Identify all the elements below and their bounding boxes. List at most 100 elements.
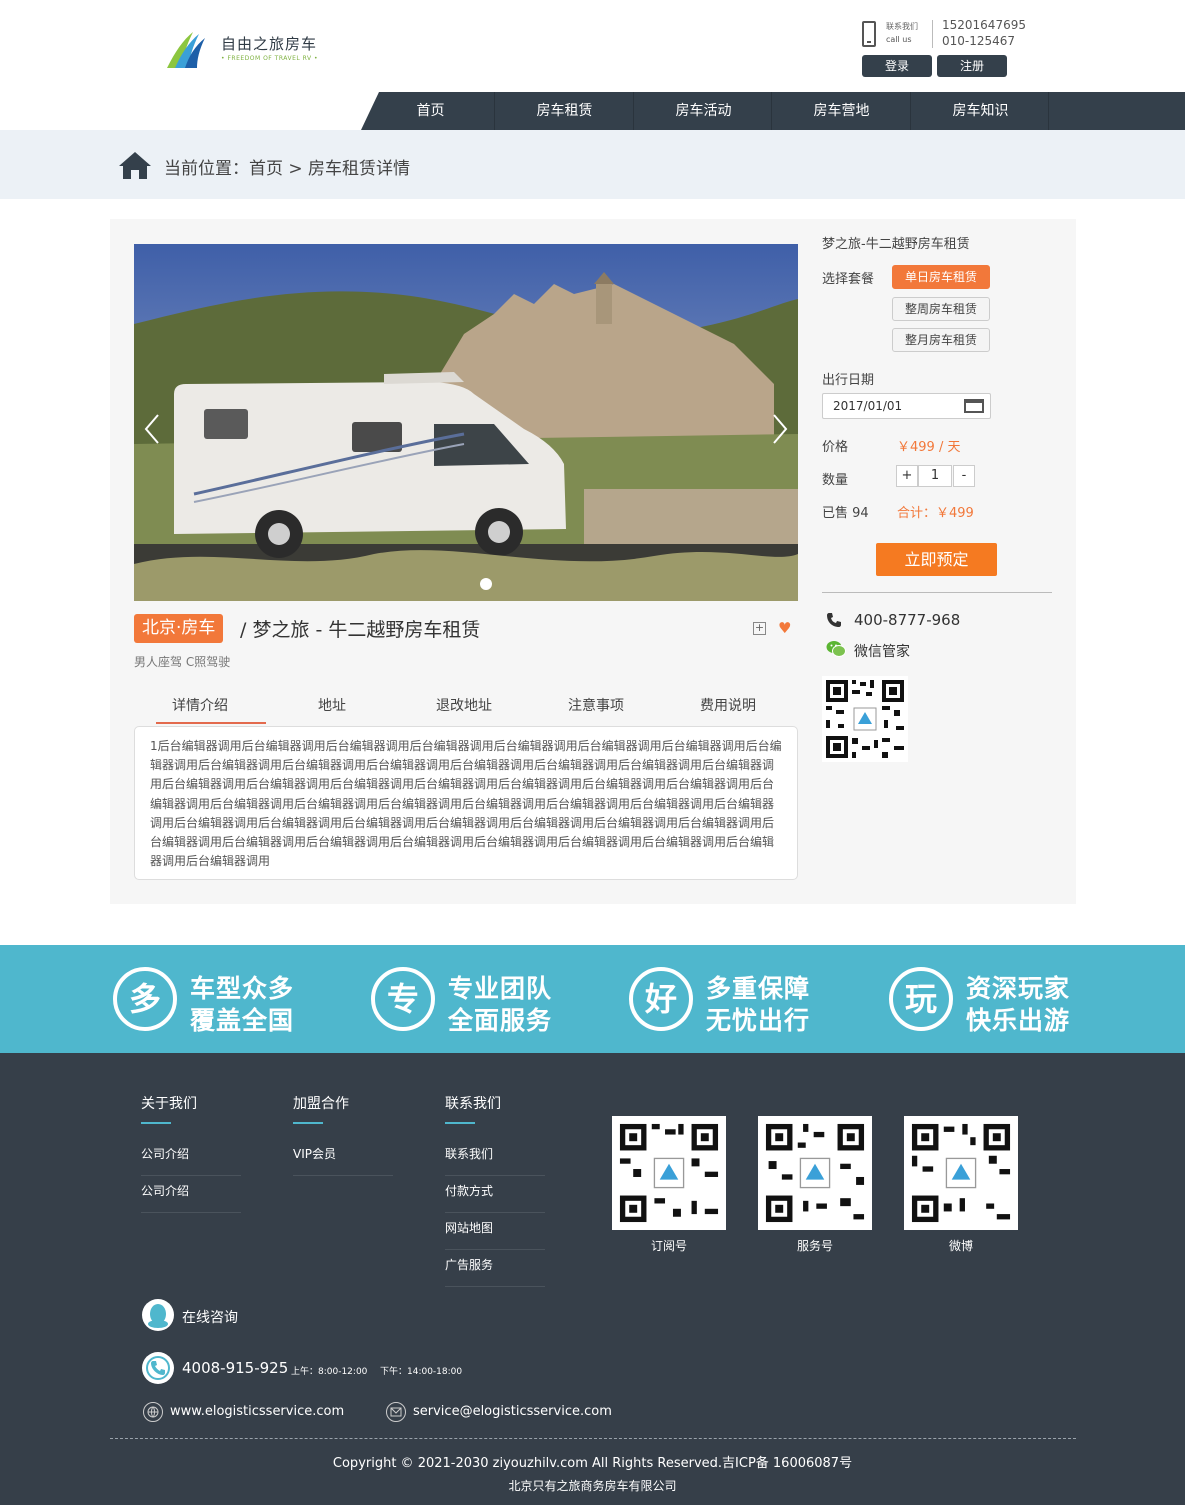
carousel-next-icon[interactable] bbox=[772, 414, 788, 444]
feature-line2: 覆盖全国 bbox=[190, 1006, 295, 1035]
sold-count: 已售 94 bbox=[822, 506, 869, 521]
divider bbox=[932, 20, 933, 48]
active-tab-indicator bbox=[156, 722, 266, 724]
feature-line1: 多重保障 bbox=[706, 974, 811, 1003]
feature-icon: 好 bbox=[629, 967, 693, 1031]
footer-link[interactable]: VIP会员 bbox=[293, 1139, 393, 1176]
footer-link[interactable]: 广告服务 bbox=[445, 1250, 545, 1287]
footer-link[interactable]: 网站地图 bbox=[445, 1213, 545, 1250]
calendar-icon[interactable] bbox=[964, 399, 984, 413]
date-label: 出行日期 bbox=[822, 373, 875, 388]
hours-morning: 上午：8:00-12:00 bbox=[291, 1367, 368, 1377]
description-content: 1后台编辑器调用后台编辑器调用后台编辑器调用后台编辑器调用后台编辑器调用后台编辑… bbox=[134, 726, 798, 880]
package-monthly-button[interactable]: 整月房车租赁 bbox=[892, 328, 990, 352]
feature-icon: 专 bbox=[371, 967, 435, 1031]
wechat-qr-code bbox=[822, 676, 908, 762]
nav-item-rental[interactable]: 房车租赁 bbox=[495, 92, 634, 130]
website-link[interactable]: www.elogisticsservice.com bbox=[170, 1404, 344, 1419]
qr-label: 微博 bbox=[948, 1239, 973, 1253]
phone-number-1: 15201647695 bbox=[942, 18, 1026, 32]
quantity-label: 数量 bbox=[822, 473, 849, 488]
rv-photo bbox=[134, 244, 798, 601]
phone-call-icon bbox=[142, 1352, 174, 1384]
home-icon bbox=[119, 152, 151, 179]
logo-mark-icon bbox=[167, 32, 205, 68]
footer-link[interactable]: 公司介绍 bbox=[141, 1139, 241, 1176]
product-carousel[interactable] bbox=[134, 244, 798, 601]
footer-divider bbox=[110, 1438, 1076, 1439]
plus-square-icon[interactable]: + bbox=[753, 622, 766, 635]
product-panel: 北京·房车 / 梦之旅 - 牛二越野房车租赁 男人座驾 C照驾驶 + ♥ 详情介… bbox=[110, 219, 1076, 904]
globe-icon bbox=[143, 1402, 163, 1422]
features-band: 多 车型众多 覆盖全国 专 专业团队 全面服务 好 多重保障 无忧出行 玩 资深… bbox=[0, 945, 1185, 1053]
total-price: 合计：￥499 bbox=[897, 506, 974, 521]
company-name: 北京只有之旅商务房车有限公司 bbox=[508, 1479, 677, 1493]
hours-afternoon: 下午：14:00-18:00 bbox=[380, 1367, 463, 1377]
quantity-plus-button[interactable]: + bbox=[896, 465, 918, 487]
tab-details[interactable]: 详情介绍 bbox=[134, 695, 266, 715]
heart-icon[interactable]: ♥ bbox=[778, 620, 791, 636]
tab-address[interactable]: 地址 bbox=[266, 695, 398, 715]
footer-link[interactable]: 联系我们 bbox=[445, 1139, 545, 1176]
nav-item-campsites[interactable]: 房车营地 bbox=[772, 92, 911, 130]
mobile-phone-icon bbox=[862, 21, 876, 47]
footer-col-partner-title: 加盟合作 bbox=[293, 1096, 349, 1112]
tab-fees[interactable]: 费用说明 bbox=[662, 695, 794, 715]
footer-phone: 4008-915-925 bbox=[182, 1359, 289, 1377]
price-value: ￥499 / 天 bbox=[897, 440, 961, 455]
footer-col-about-title: 关于我们 bbox=[141, 1096, 197, 1112]
feature-line2: 快乐出游 bbox=[966, 1006, 1071, 1035]
qr-code-icon bbox=[911, 1123, 1011, 1223]
carousel-dot[interactable] bbox=[480, 578, 492, 590]
online-consult-link[interactable]: 在线咨询 bbox=[182, 1307, 238, 1327]
date-input[interactable]: 2017/01/01 bbox=[822, 393, 991, 419]
nav-item-activities[interactable]: 房车活动 bbox=[634, 92, 773, 130]
breadcrumb: 当前位置：首页 > 房车租赁详情 bbox=[0, 130, 1185, 199]
booking-title: 梦之旅-牛二越野房车租赁 bbox=[822, 237, 970, 252]
breadcrumb-text: 当前位置：首页 > 房车租赁详情 bbox=[164, 159, 411, 179]
feature-icon: 多 bbox=[113, 967, 177, 1031]
nav-divider bbox=[1048, 92, 1049, 130]
qr-label: 订阅号 bbox=[650, 1239, 687, 1253]
email-link[interactable]: service@elogisticsservice.com bbox=[413, 1404, 612, 1419]
email-icon bbox=[386, 1402, 406, 1422]
login-button[interactable]: 登录 bbox=[862, 55, 932, 77]
site-logo[interactable]: 自由之旅房车 • FREEDOM OF TRAVEL RV • bbox=[165, 28, 325, 72]
callus-label-en: call us bbox=[886, 35, 912, 44]
qr-code-icon bbox=[765, 1123, 865, 1223]
book-now-button[interactable]: 立即预定 bbox=[876, 543, 997, 576]
register-button[interactable]: 注册 bbox=[937, 55, 1007, 77]
carousel-prev-icon[interactable] bbox=[144, 414, 160, 444]
product-subtitle: 男人座驾 C照驾驶 bbox=[134, 655, 231, 669]
date-value: 2017/01/01 bbox=[833, 399, 903, 413]
product-title: / 梦之旅 - 牛二越野房车租赁 bbox=[240, 619, 481, 641]
logo-subtext: • FREEDOM OF TRAVEL RV • bbox=[221, 55, 319, 62]
package-label: 选择套餐 bbox=[822, 272, 875, 287]
footer-link[interactable]: 公司介绍 bbox=[141, 1176, 241, 1213]
feature-line2: 无忧出行 bbox=[706, 1006, 811, 1035]
package-weekly-button[interactable]: 整周房车租赁 bbox=[892, 297, 990, 321]
qr-code-icon bbox=[619, 1123, 719, 1223]
phone-icon bbox=[827, 613, 841, 627]
feature-line1: 专业团队 bbox=[448, 974, 553, 1003]
footer-link[interactable]: 付款方式 bbox=[445, 1176, 545, 1213]
logo-text: 自由之旅房车 bbox=[221, 35, 318, 53]
qr-label: 服务号 bbox=[796, 1239, 833, 1253]
quantity-input[interactable]: 1 bbox=[918, 465, 952, 487]
tab-refund-address[interactable]: 退改地址 bbox=[398, 695, 530, 715]
feature-icon: 玩 bbox=[889, 967, 953, 1031]
main-nav: 首页 房车租赁 房车活动 房车营地 房车知识 bbox=[361, 92, 1185, 130]
heading-underline bbox=[293, 1122, 323, 1124]
price-label: 价格 bbox=[822, 440, 849, 455]
location-tag: 北京·房车 bbox=[134, 614, 224, 643]
quantity-minus-button[interactable]: - bbox=[953, 465, 975, 487]
nav-item-home[interactable]: 首页 bbox=[361, 92, 500, 130]
heading-underline bbox=[445, 1122, 475, 1124]
booking-hotline: 400-8777-968 bbox=[854, 611, 961, 629]
feature-line1: 车型众多 bbox=[190, 974, 295, 1003]
tab-notes[interactable]: 注意事项 bbox=[530, 695, 662, 715]
qq-icon[interactable] bbox=[142, 1299, 174, 1331]
qr-code-icon bbox=[826, 680, 904, 758]
nav-item-knowledge[interactable]: 房车知识 bbox=[911, 92, 1050, 130]
package-daily-button[interactable]: 单日房车租赁 bbox=[892, 265, 990, 289]
